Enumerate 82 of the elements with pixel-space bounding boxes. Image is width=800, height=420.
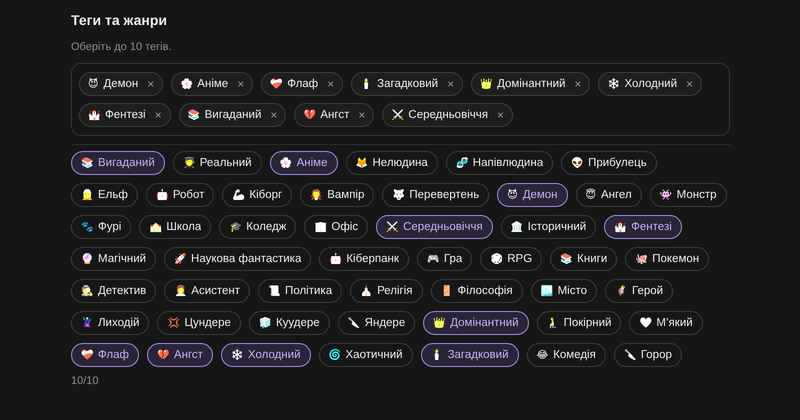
- remove-button[interactable]: ×: [147, 77, 154, 91]
- tag-option[interactable]: 🧊 Куудере: [248, 311, 330, 335]
- tag-option[interactable]: 🧎 Покірний: [536, 311, 622, 335]
- tag-option[interactable]: 🕯 Загадковий: [420, 343, 518, 367]
- tag-option[interactable]: 🦊 Нелюдина: [346, 151, 438, 175]
- tag-option[interactable]: 🎲 RPG: [480, 247, 542, 271]
- tag-option[interactable]: 🔮 Магічний: [71, 247, 156, 271]
- tag-option[interactable]: 🔪 Яндере: [338, 311, 416, 335]
- tag-option[interactable]: 😂 Комедія: [526, 343, 606, 367]
- tag-option[interactable]: 🕵 Детектив: [71, 279, 156, 303]
- remove-button[interactable]: ×: [358, 108, 366, 122]
- tag-emoji: 💔: [303, 109, 316, 121]
- tag-label: Середньовіччя: [408, 109, 488, 121]
- tag-option[interactable]: 🐺 Перевертень: [382, 183, 490, 207]
- remove-button[interactable]: ×: [447, 77, 454, 91]
- tag-option[interactable]: 🚪 Філософія: [430, 279, 523, 303]
- tag-emoji: ⚔: [391, 109, 404, 121]
- remove-button[interactable]: ×: [237, 77, 244, 91]
- tag-option[interactable]: 📚 Книги: [550, 247, 618, 271]
- tag-option[interactable]: 👽 Прибулець: [561, 151, 657, 175]
- tag-option[interactable]: 📚 Вигаданий: [71, 151, 165, 175]
- tag-counter: 10/10: [71, 375, 100, 387]
- tag-option[interactable]: 🏙 Місто: [530, 279, 597, 303]
- tag-emoji: ❄: [607, 78, 620, 90]
- tag-label: Загадковий: [377, 78, 438, 90]
- tag-emoji: 📚: [188, 109, 200, 121]
- tag-option[interactable]: 🏰 Фентезі: [604, 215, 682, 239]
- tag-option[interactable]: 🐾 Фурі: [71, 215, 132, 239]
- tag-option[interactable]: 🤖 Кіберпанк: [319, 247, 409, 271]
- remove-button[interactable]: ×: [154, 108, 162, 122]
- tag-emoji: 😈: [88, 78, 98, 90]
- tag-label: Демон: [103, 78, 138, 90]
- tag-option[interactable]: 🧬 Напівлюдина: [446, 151, 554, 175]
- tag-option[interactable]: 🤍 М’який: [629, 311, 703, 335]
- tag-option[interactable]: 👾 Монстр: [650, 183, 727, 207]
- tag-option[interactable]: 🐙 Покемон: [625, 247, 710, 271]
- tag-option[interactable]: 😈 Демон: [497, 183, 568, 207]
- tag-emoji: 🏰: [88, 109, 100, 121]
- tag-option[interactable]: 🏛 Історичний: [500, 215, 596, 239]
- tag-option[interactable]: 🚀 Наукова фантастика: [164, 247, 312, 271]
- tag-label: Холодний: [624, 78, 678, 90]
- tag-option[interactable]: 🔪 Горор: [614, 343, 682, 367]
- tag-emoji: 👑: [480, 78, 492, 90]
- tag-option[interactable]: 🏫 Школа: [139, 215, 212, 239]
- tag-option[interactable]: 🌸 Аніме: [270, 151, 338, 175]
- remove-button[interactable]: ×: [686, 77, 694, 91]
- tag-option[interactable]: 🧑‍🎓 Реальний: [172, 151, 262, 175]
- tag-emoji: 🌸: [180, 78, 192, 90]
- tag-label: Аніме: [197, 78, 228, 90]
- tag-option[interactable]: 🧛 Вампір: [300, 183, 374, 207]
- tag-option[interactable]: 👑 Домінантний: [423, 311, 529, 335]
- tag-option[interactable]: 🦹 Лиходій: [71, 311, 150, 335]
- tag-option[interactable]: 🎓 Коледж: [219, 215, 296, 239]
- tag-option[interactable]: 👩‍💼 Асистент: [164, 279, 250, 303]
- tag-label: Флаф: [287, 78, 318, 90]
- tag-option[interactable]: 📜 Політика: [258, 279, 342, 303]
- tag-label: Вигаданий: [204, 109, 262, 121]
- tag-option[interactable]: 🌀 Хаотичний: [318, 343, 413, 367]
- tag-option[interactable]: 🦾 Кіборг: [222, 183, 292, 207]
- tag-option[interactable]: 🦸 Герой: [605, 279, 674, 303]
- tag-label: Фентезі: [105, 109, 146, 121]
- tag-label: Ангст: [320, 109, 350, 121]
- tag-option[interactable]: 💢 Цундере: [157, 311, 241, 335]
- remove-button[interactable]: ×: [574, 77, 582, 91]
- tag-emoji: 🕯: [360, 78, 372, 90]
- tag-option[interactable]: 🧝 Ельф: [71, 183, 138, 207]
- tag-option[interactable]: ❤‍🩹 Флаф: [71, 343, 139, 367]
- hint-text: Оберіть до 10 тегів.: [71, 41, 173, 53]
- tag-option[interactable]: ⚔ Середньовіччя: [376, 215, 493, 239]
- tag-emoji: ❤‍🩹: [270, 78, 282, 90]
- tag-option[interactable]: 🏢 Офіс: [304, 215, 368, 239]
- tag-option[interactable]: 🤖 Робот: [146, 183, 214, 207]
- remove-button[interactable]: ×: [327, 77, 334, 91]
- tag-option[interactable]: 💔 Ангст: [146, 343, 213, 367]
- remove-button[interactable]: ×: [496, 108, 504, 122]
- tag-label: Домінантний: [497, 78, 566, 90]
- remove-button[interactable]: ×: [270, 108, 278, 122]
- tag-option[interactable]: ⛪ Релігія: [350, 279, 423, 303]
- tag-option[interactable]: 😇 Ангел: [576, 183, 642, 207]
- tag-option[interactable]: 🎮 Гра: [416, 247, 472, 271]
- section-title: Теги та жанри: [71, 12, 168, 28]
- tag-option[interactable]: ❄ Холодний: [220, 343, 310, 367]
